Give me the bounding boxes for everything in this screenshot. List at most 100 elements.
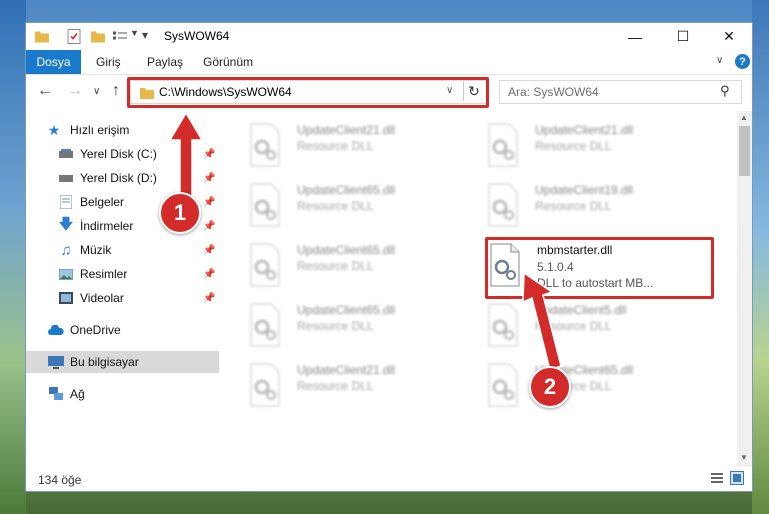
list-item[interactable]: UpdateClient21.dll Resource DLL xyxy=(485,121,695,173)
file-type: Resource DLL xyxy=(535,199,612,213)
file-type: Resource DLL xyxy=(297,259,374,273)
item-count: 134 öğe xyxy=(38,473,82,487)
up-icon[interactable]: ↑ xyxy=(112,82,120,100)
maximize-button[interactable]: ☐ xyxy=(660,23,706,50)
dll-file-icon xyxy=(250,183,280,227)
pin-icon[interactable]: 📌 xyxy=(203,197,215,208)
sidebar-item-pictures[interactable]: Resimler 📌 xyxy=(26,263,219,285)
list-item[interactable]: UpdateClient65.dll Resource DLL xyxy=(247,241,457,293)
sidebar-item-local-disk-d[interactable]: Yerel Disk (D:) 📌 xyxy=(26,167,219,189)
pictures-icon xyxy=(58,266,74,282)
file-type: Resource DLL xyxy=(297,319,374,333)
title-bar: ▼ ▾ SysWOW64 — ☐ ✕ xyxy=(26,23,752,50)
navigation-pane: ★ Hızlı erişim Yerel Disk (C:) 📌 Yerel D… xyxy=(26,111,219,461)
status-bar: 134 öğe xyxy=(26,467,752,491)
file-name: UpdateClient21.dll xyxy=(535,123,634,137)
dll-file-icon xyxy=(250,123,280,167)
sidebar-item-label: Yerel Disk (C:) xyxy=(80,147,157,161)
sidebar-item-label: OneDrive xyxy=(70,323,121,337)
scroll-up-icon[interactable]: ▲ xyxy=(740,113,748,122)
sidebar-item-local-disk-c[interactable]: Yerel Disk (C:) 📌 xyxy=(26,143,219,165)
minimize-button[interactable]: — xyxy=(612,23,658,50)
desktop-background-left xyxy=(0,0,26,514)
pin-icon[interactable]: 📌 xyxy=(203,149,215,160)
dll-file-icon xyxy=(488,183,518,227)
file-type: Resource DLL xyxy=(535,139,612,153)
customize-qa-icon[interactable]: ▾ xyxy=(142,28,148,45)
dll-file-icon xyxy=(250,363,280,407)
pin-icon[interactable]: 📌 xyxy=(203,269,215,280)
sidebar-item-onedrive[interactable]: OneDrive xyxy=(26,319,219,341)
list-item[interactable]: UpdateClient5.dll Resource DLL xyxy=(485,301,695,353)
list-item[interactable]: UpdateClient19.dll Resource DLL xyxy=(485,181,695,233)
dll-file-icon xyxy=(250,243,280,287)
view-options-icon[interactable] xyxy=(112,28,128,45)
callout-badge-2: 2 xyxy=(529,366,571,408)
sidebar-item-videos[interactable]: Videolar 📌 xyxy=(26,287,219,309)
pin-icon[interactable]: 📌 xyxy=(203,245,215,256)
list-item[interactable]: UpdateClient21.dll Resource DLL xyxy=(247,121,457,173)
file-name: UpdateClient65.dll xyxy=(297,183,396,197)
tab-view[interactable]: Görünüm xyxy=(203,55,253,69)
close-button[interactable]: ✕ xyxy=(706,23,752,50)
dll-file-icon xyxy=(488,303,518,347)
window-title: SysWOW64 xyxy=(164,29,230,43)
pin-icon[interactable]: 📌 xyxy=(203,221,215,232)
forward-icon[interactable]: → xyxy=(67,82,83,100)
new-folder-icon[interactable] xyxy=(90,28,106,45)
sidebar-item-this-pc[interactable]: Bu bilgisayar xyxy=(26,351,219,373)
cloud-icon xyxy=(48,322,64,338)
file-highlight-box xyxy=(485,237,714,299)
videos-icon xyxy=(58,290,74,306)
file-name: UpdateClient5.dll xyxy=(535,303,627,317)
sidebar-item-network[interactable]: Ağ xyxy=(26,383,219,405)
chevron-down-icon[interactable]: ∨ xyxy=(716,55,723,66)
file-type: Resource DLL xyxy=(297,199,374,213)
drive-icon xyxy=(58,146,74,162)
sidebar-item-label: Bu bilgisayar xyxy=(70,355,139,369)
file-name: UpdateClient65.dll xyxy=(297,303,396,317)
sidebar-item-music[interactable]: ♫ Müzik 📌 xyxy=(26,239,219,261)
list-item[interactable]: UpdateClient65.dll Resource DLL xyxy=(247,301,457,353)
scrollbar-thumb[interactable] xyxy=(739,126,750,176)
desktop-background-right xyxy=(752,0,769,514)
scroll-down-icon[interactable]: ▼ xyxy=(740,453,748,462)
list-item[interactable]: UpdateClient21.dll Resource DLL xyxy=(247,361,457,413)
sidebar-item-label: Yerel Disk (D:) xyxy=(80,171,157,185)
search-placeholder: Ara: SysWOW64 xyxy=(508,85,599,99)
large-icons-view-icon[interactable] xyxy=(730,471,744,485)
callout-badge-1: 1 xyxy=(159,192,201,234)
back-icon[interactable]: ← xyxy=(37,82,53,100)
star-icon: ★ xyxy=(47,121,61,138)
sidebar-item-quick-access[interactable]: ★ Hızlı erişim xyxy=(26,119,219,141)
recent-locations-icon[interactable]: ∨ xyxy=(93,86,100,97)
address-highlight-box xyxy=(127,77,489,108)
file-name: UpdateClient19.dll xyxy=(535,183,634,197)
folder-icon xyxy=(35,31,49,43)
tab-share[interactable]: Paylaş xyxy=(147,55,183,69)
computer-icon xyxy=(48,354,64,370)
music-icon: ♫ xyxy=(60,241,72,259)
properties-icon[interactable] xyxy=(66,28,82,45)
tab-home[interactable]: Giriş xyxy=(96,55,121,69)
pin-icon[interactable]: 📌 xyxy=(203,173,215,184)
network-icon xyxy=(48,386,64,402)
ribbon-tabs: Dosya Giriş Paylaş Görünüm ∨ ? xyxy=(26,50,752,75)
file-name: UpdateClient21.dll xyxy=(297,363,396,377)
list-item[interactable]: UpdateClient65.dll Resource DLL xyxy=(247,181,457,233)
help-icon[interactable]: ? xyxy=(735,54,750,69)
sidebar-item-label: Müzik xyxy=(80,243,112,257)
pin-icon[interactable]: 📌 xyxy=(203,293,215,304)
qa-dropdown-icon[interactable]: ▼ xyxy=(130,28,139,45)
navigation-bar: ← → ∨ ↑ C:\Windows\SysWOW64 ∨ ↻ Ara: Sys… xyxy=(26,75,752,108)
dll-file-icon xyxy=(250,303,280,347)
sidebar-item-label: Ağ xyxy=(70,387,85,401)
details-view-icon[interactable] xyxy=(710,471,724,485)
tab-file[interactable]: Dosya xyxy=(26,50,81,74)
list-item[interactable]: UpdateClient65.dll Resource DLL xyxy=(485,361,695,413)
sidebar-item-label: Belgeler xyxy=(80,195,125,209)
drive-icon xyxy=(58,170,74,186)
search-icon[interactable]: ⚲ xyxy=(720,83,730,99)
file-name: UpdateClient65.dll xyxy=(297,243,396,257)
sidebar-item-label: Resimler xyxy=(80,267,128,281)
